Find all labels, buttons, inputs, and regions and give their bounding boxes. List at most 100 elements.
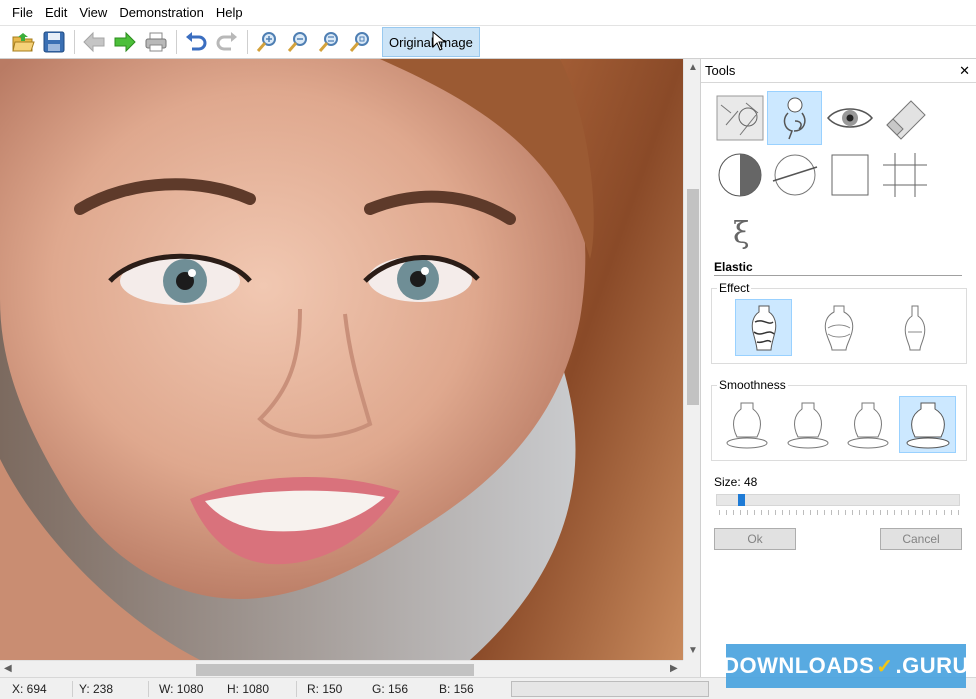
smoothness-option-4[interactable]: [899, 396, 956, 453]
status-x: X: 694: [12, 682, 47, 696]
undo-button[interactable]: [181, 27, 211, 57]
size-slider-thumb[interactable]: [738, 494, 745, 506]
menu-file[interactable]: File: [6, 0, 39, 25]
xi-symbol-icon: ξ: [733, 216, 750, 251]
menu-edit[interactable]: Edit: [39, 0, 73, 25]
horizontal-scroll-thumb[interactable]: [196, 664, 474, 676]
vase-swirl-icon: [751, 305, 776, 350]
zoom-actual-icon: [349, 32, 369, 52]
scroll-down-icon[interactable]: ▼: [688, 645, 698, 656]
back-icon: [83, 31, 105, 53]
tool-crop[interactable]: [877, 148, 932, 202]
status-divider: [148, 681, 149, 697]
watermark-dot: .: [895, 653, 903, 678]
portrait-photo: [0, 59, 683, 660]
undo-icon: [186, 32, 207, 51]
vertical-scrollbar[interactable]: ▲ ▼: [683, 59, 700, 660]
image-canvas[interactable]: [0, 59, 683, 660]
mouse-cursor-icon: [432, 31, 446, 51]
watermark-left-text: DOWNLOADS: [723, 653, 875, 678]
close-icon[interactable]: ✕: [959, 63, 970, 79]
tool-elastic[interactable]: [767, 91, 822, 145]
svg-text:ξ: ξ: [733, 216, 750, 251]
scroll-right-icon[interactable]: ▶: [670, 663, 678, 674]
elastic-figure-icon: [783, 97, 805, 140]
tool-rotate[interactable]: [767, 148, 822, 202]
tools-panel: Tools ✕ ξ Elastic Effect Smoothness Size…: [700, 59, 976, 699]
pottery-wheel-4-icon: [906, 402, 949, 448]
tool-xi[interactable]: ξ: [712, 205, 767, 259]
menu-demonstration[interactable]: Demonstration: [113, 0, 210, 25]
progress-bar: [511, 681, 709, 697]
effect-option-2[interactable]: [810, 299, 867, 356]
panel-header: Tools ✕: [701, 59, 976, 83]
size-slider[interactable]: [716, 494, 960, 506]
back-button[interactable]: [79, 27, 109, 57]
smoothness-legend: Smoothness: [717, 378, 788, 392]
status-width: W: 1080: [159, 682, 204, 696]
vase-slim-icon: [904, 305, 925, 350]
status-red: R: 150: [307, 682, 343, 696]
toolbar: Original image: [0, 25, 976, 59]
panel-title: Tools: [705, 63, 736, 78]
status-height: H: 1080: [227, 682, 270, 696]
toolbar-separator: [176, 30, 177, 54]
zoom-out-icon: [287, 32, 307, 52]
tool-frame[interactable]: [822, 148, 877, 202]
download-check-icon: ✓: [876, 655, 894, 678]
smoothness-option-1[interactable]: [718, 396, 775, 453]
status-green: G: 156: [372, 682, 409, 696]
scroll-up-icon[interactable]: ▲: [688, 62, 698, 73]
vase-pattern-icon: [824, 305, 853, 350]
save-icon: [43, 31, 65, 53]
print-icon: [145, 32, 167, 52]
zoom-out-button[interactable]: [283, 27, 313, 57]
pottery-wheel-3-icon: [847, 402, 888, 448]
original-image-button[interactable]: Original image: [382, 27, 480, 57]
menu-bar: File Edit View Demonstration Help: [0, 0, 976, 25]
zoom-fit-button[interactable]: [314, 27, 344, 57]
toolbar-separator: [74, 30, 75, 54]
menu-view[interactable]: View: [73, 0, 113, 25]
zoom-fit-icon: [318, 32, 338, 52]
contrast-icon: [718, 153, 761, 197]
tool-contrast[interactable]: [712, 148, 767, 202]
horizontal-scrollbar[interactable]: ◀ ▶: [0, 660, 683, 677]
section-title: Elastic: [714, 260, 962, 276]
effect-option-3[interactable]: [886, 299, 943, 356]
menu-help[interactable]: Help: [210, 0, 249, 25]
cancel-button[interactable]: Cancel: [880, 528, 962, 550]
status-divider: [72, 681, 73, 697]
rotate-icon: [772, 154, 817, 196]
pottery-wheel-1-icon: [726, 402, 767, 448]
tool-sketch[interactable]: [712, 91, 767, 145]
smoothness-option-2[interactable]: [779, 396, 836, 453]
print-button[interactable]: [141, 27, 171, 57]
smoothness-option-3[interactable]: [839, 396, 896, 453]
ok-button[interactable]: Ok: [714, 528, 796, 550]
tool-eye[interactable]: [822, 91, 877, 145]
tool-eraser[interactable]: [877, 91, 932, 145]
forward-button[interactable]: [110, 27, 140, 57]
open-button[interactable]: [8, 27, 38, 57]
vertical-scroll-thumb[interactable]: [687, 189, 699, 405]
open-icon: [12, 33, 35, 52]
downloads-guru-watermark: DOWNLOADS ✓ . GURU: [723, 644, 969, 688]
forward-icon: [114, 31, 136, 53]
status-y: Y: 238: [79, 682, 114, 696]
effect-legend: Effect: [717, 281, 752, 295]
status-divider: [296, 681, 297, 697]
redo-button[interactable]: [212, 27, 242, 57]
scroll-left-icon[interactable]: ◀: [4, 663, 12, 674]
effect-option-1[interactable]: [735, 299, 792, 356]
zoom-actual-button[interactable]: [345, 27, 375, 57]
eraser-icon: [885, 100, 926, 140]
save-button[interactable]: [39, 27, 69, 57]
watermark-right-text: GURU: [902, 653, 969, 678]
effect-group: Effect: [711, 281, 967, 364]
zoom-in-button[interactable]: [252, 27, 282, 57]
size-label: Size: 48: [714, 475, 758, 489]
smoothness-group: Smoothness: [711, 378, 967, 461]
slider-ticks: [719, 510, 959, 515]
status-blue: B: 156: [439, 682, 474, 696]
